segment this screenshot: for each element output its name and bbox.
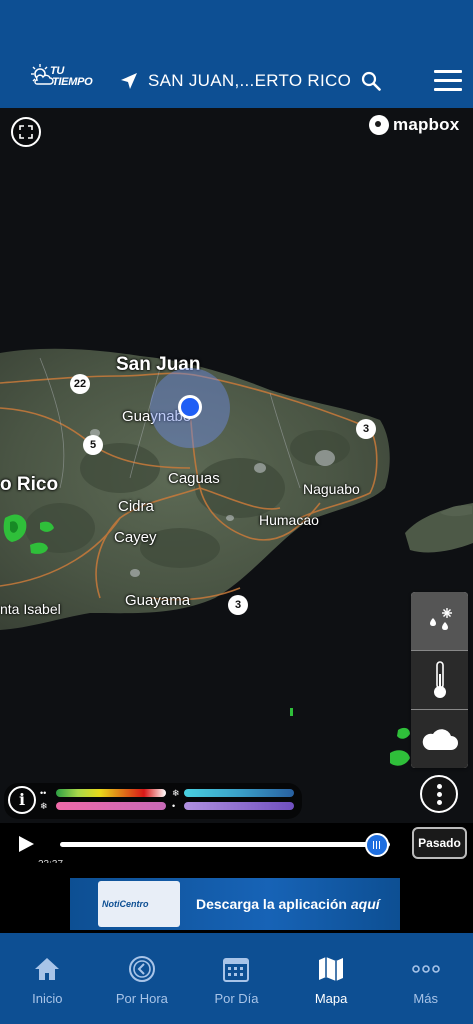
nav-item-mapa[interactable]: Mapa [284, 933, 379, 1024]
nav-label: Por Hora [115, 991, 168, 1006]
bottom-nav: Inicio Por Hora Por Día Mapa Más [0, 933, 473, 1024]
city-label: Guayama [125, 592, 191, 609]
cloud-layer-button[interactable] [411, 710, 468, 768]
hamburger-menu-icon[interactable] [434, 70, 462, 92]
nav-label: Inicio [32, 991, 63, 1006]
nav-label: Por Día [214, 991, 259, 1006]
snow-icon: ❄ [172, 788, 180, 798]
nav-item-por-dia[interactable]: Por Día [189, 933, 284, 1024]
logo-text: TU TIEMPO [50, 66, 93, 88]
ad-banner[interactable]: NotiCentro Descarga la aplicación aquí [70, 878, 400, 930]
nav-label: Más [413, 991, 438, 1006]
rain-legend-bar [56, 789, 166, 797]
location-selector[interactable]: SAN JUAN,...ERTO RICO [120, 68, 381, 94]
logo-line2: TIEMPO [52, 76, 93, 88]
play-icon[interactable] [19, 836, 34, 852]
nav-label: Mapa [314, 991, 348, 1006]
app-logo[interactable]: TU TIEMPO [28, 62, 100, 92]
cloud-icon [422, 729, 458, 750]
ice-legend-bar [184, 802, 294, 810]
nav-item-por-hora[interactable]: Por Hora [95, 933, 190, 1024]
mix-legend-bar [56, 802, 166, 810]
nav-item-inicio[interactable]: Inicio [0, 933, 95, 1024]
ad-text-main: Descarga la aplicación [196, 896, 347, 912]
map-terrain [0, 348, 473, 766]
clock-icon [128, 956, 155, 982]
radar-timeline: Pasado 23:37 [0, 823, 473, 863]
mapbox-attribution[interactable]: mapbox [369, 114, 459, 136]
mix-icon: ❄ [40, 801, 48, 811]
expand-map-button[interactable] [11, 117, 41, 147]
radar-legend: i •• ❄ ❄ • [4, 783, 302, 819]
nav-item-mas[interactable]: Más [378, 933, 473, 1024]
search-icon[interactable] [361, 71, 381, 91]
city-label: Naguabo [303, 481, 360, 497]
city-label: Caguas [168, 470, 220, 487]
route-shield: 5 [83, 435, 103, 455]
timeline-slider[interactable] [60, 842, 390, 847]
route-shield: 3 [228, 595, 248, 615]
noticentro-logo: NotiCentro [98, 881, 180, 927]
past-button[interactable]: Pasado [412, 827, 467, 859]
layer-panel [411, 592, 468, 768]
location-name: SAN JUAN,...ERTO RICO [148, 71, 352, 90]
calendar-icon [223, 958, 250, 982]
radar-map[interactable]: mapbox San Juan Guaynabo o Rico Caguas N… [0, 108, 473, 823]
temperature-layer-button[interactable] [411, 651, 468, 709]
map-icon [319, 957, 344, 981]
thermometer-icon [433, 661, 446, 698]
route-shield: 22 [70, 374, 90, 394]
rain-snow-icon [429, 608, 452, 630]
ice-icon: • [172, 801, 176, 811]
info-button[interactable]: i [8, 786, 36, 814]
timeline-thumb[interactable] [364, 833, 389, 857]
expand-icon [19, 125, 33, 139]
ad-text-em: aquí [350, 896, 380, 912]
more-options-button[interactable] [420, 775, 458, 813]
app-header: TU TIEMPO SAN JUAN,...ERTO RICO [0, 0, 473, 108]
precipitation-layer-button[interactable] [411, 592, 468, 650]
location-arrow-icon [121, 73, 137, 89]
ad-logo-text: NotiCentro [102, 899, 149, 909]
weather-app: TU TIEMPO SAN JUAN,...ERTO RICO mapbox S… [0, 0, 473, 1024]
mapbox-logo-icon [369, 115, 389, 135]
city-label: o Rico [0, 474, 59, 495]
city-label: Cidra [118, 498, 154, 515]
more-icon [411, 965, 440, 973]
city-label: nta Isabel [0, 601, 61, 617]
home-icon [35, 958, 60, 980]
rain-icon: •• [40, 788, 47, 798]
current-location-marker [178, 395, 202, 419]
route-shield: 3 [356, 419, 376, 439]
snow-legend-bar [184, 789, 294, 797]
city-label: Cayey [114, 529, 157, 546]
ad-text: Descarga la aplicación aquí [196, 896, 380, 912]
mapbox-label: mapbox [393, 115, 460, 134]
city-label: Humacao [259, 512, 319, 528]
ad-area: NotiCentro Descarga la aplicación aquí [0, 863, 473, 933]
